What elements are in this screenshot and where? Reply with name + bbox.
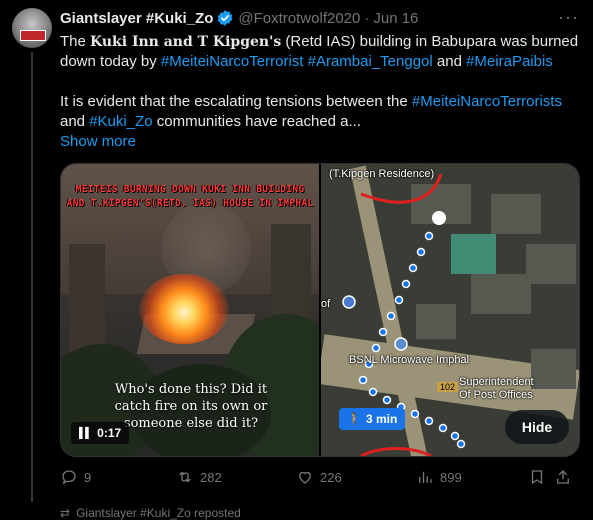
avatar-flag-icon — [20, 30, 46, 41]
video-player[interactable]: MEITEIS BURNING DOWN KUKI INN BUILDING A… — [61, 164, 319, 456]
text-run: It is evident that the escalating tensio… — [60, 93, 412, 110]
views-icon — [419, 471, 432, 483]
map-road-number: 102 — [437, 382, 459, 392]
hide-button[interactable]: Hide — [505, 410, 569, 444]
repost-button[interactable]: 282 — [176, 468, 296, 486]
tweet-body: The Kuki Inn and T Kipgen's (Retd IAS) b… — [60, 32, 580, 152]
next-repost-indicator: ⇄ Giantslayer #Kuki_Zo reposted — [60, 506, 241, 520]
video-caption: Who's done this? Did it catch fire on it… — [114, 382, 268, 431]
views-button[interactable]: 899 — [416, 468, 528, 486]
walk-time-badge: 🚶 3 min — [339, 408, 406, 430]
share-icon — [557, 470, 569, 484]
show-more-link[interactable]: Show more — [60, 133, 136, 150]
more-options-icon[interactable]: ··· — [558, 7, 579, 28]
like-button[interactable]: 226 — [296, 468, 416, 486]
text-bold-run: Kuki Inn and T Kipgen's — [90, 34, 282, 50]
share-button[interactable] — [554, 468, 580, 486]
text-run: communities have reached a... — [152, 113, 362, 130]
bookmark-icon — [531, 470, 543, 485]
reply-button[interactable]: 9 — [60, 468, 176, 486]
map-image[interactable]: (T.Kipgen Residence) of BSNL Microwave I… — [321, 164, 579, 456]
hashtag-link[interactable]: #Arambai_Tenggol — [308, 53, 433, 70]
separator: · — [364, 9, 370, 27]
like-count: 226 — [320, 469, 342, 485]
avatar[interactable] — [12, 8, 52, 48]
handle[interactable]: @Foxtrotwolf2020 — [238, 10, 360, 27]
tweet-date[interactable]: Jun 16 — [373, 10, 418, 27]
map-label-bsnl: BSNL Microwave Imphal — [349, 354, 470, 366]
map-label-super-1: Superintendent — [459, 376, 534, 388]
thread-line — [31, 52, 33, 502]
hashtag-link[interactable]: #MeiteiNarcoTerrorists — [412, 93, 562, 110]
video-banner-text: MEITEIS BURNING DOWN KUKI INN BUILDING A… — [66, 184, 314, 209]
verified-badge-icon[interactable] — [216, 9, 234, 27]
tweet-paragraph-1: The Kuki Inn and T Kipgen's (Retd IAS) b… — [60, 32, 580, 72]
hashtag-link[interactable]: #MeiteiNarcoTerrorist — [161, 53, 304, 70]
repost-indicator-text[interactable]: Giantslayer #Kuki_Zo reposted — [76, 506, 241, 520]
walking-icon: 🚶 — [347, 412, 362, 426]
video-time: 0:17 — [97, 426, 122, 440]
map-label-left: of — [321, 298, 331, 310]
tweet-header: Giantslayer #Kuki_Zo @Foxtrotwolf2020 · … — [60, 9, 418, 27]
text-run: and — [60, 113, 90, 130]
pause-icon[interactable]: ▌▌ — [79, 428, 92, 439]
action-bar: 9 282 226 899 — [60, 468, 580, 486]
repost-count: 282 — [200, 469, 222, 485]
video-timer[interactable]: ▌▌ 0:17 — [71, 422, 130, 444]
hashtag-link[interactable]: #Kuki_Zo — [89, 113, 152, 130]
bookmark-button[interactable] — [528, 468, 554, 486]
video-fire — [139, 274, 229, 344]
text-run: and — [432, 53, 467, 70]
views-count: 899 — [440, 469, 462, 485]
reply-icon — [62, 470, 76, 485]
reply-count: 9 — [84, 469, 92, 485]
repost-small-icon: ⇄ — [60, 506, 71, 520]
map-label-super-2: Of Post Offices — [459, 389, 533, 401]
text-run: The — [60, 33, 91, 50]
hashtag-link[interactable]: #MeiraPaibis — [466, 53, 553, 70]
repost-icon — [179, 471, 191, 483]
display-name[interactable]: Giantslayer #Kuki_Zo — [60, 10, 213, 27]
walk-time: 3 min — [365, 412, 398, 426]
map-label-residence: (T.Kipgen Residence) — [329, 168, 435, 180]
tweet-paragraph-2: It is evident that the escalating tensio… — [60, 92, 580, 132]
heart-icon — [299, 471, 311, 484]
media-container: MEITEIS BURNING DOWN KUKI INN BUILDING A… — [60, 163, 580, 457]
